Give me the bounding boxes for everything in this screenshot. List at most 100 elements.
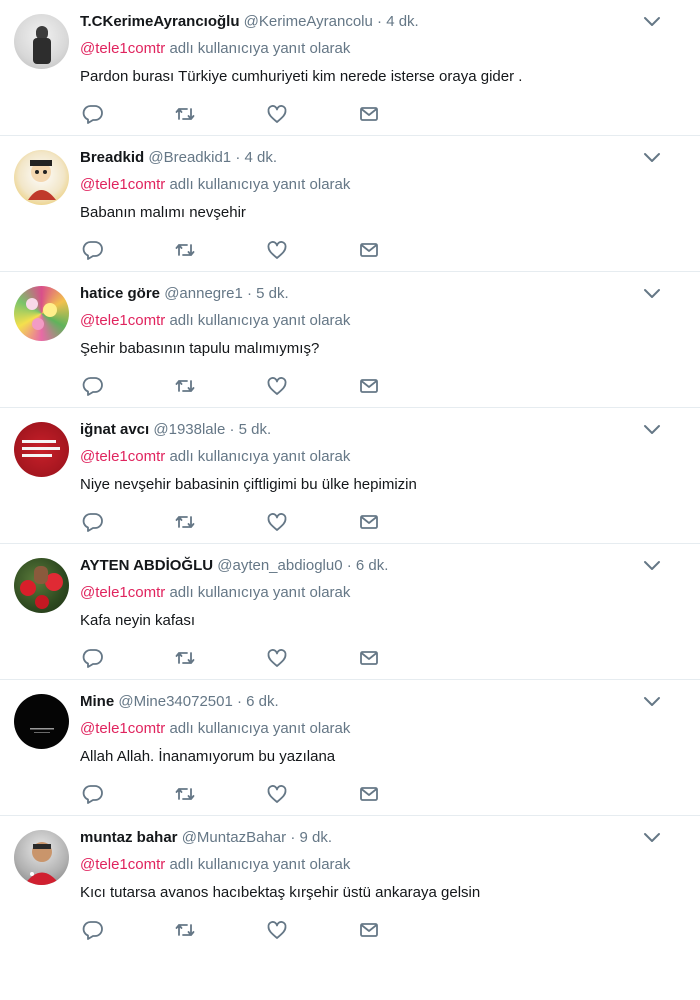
separator-dot: ·: [235, 149, 241, 166]
mention-link[interactable]: @tele1comtr: [80, 312, 165, 329]
timestamp[interactable]: 5 dk.: [256, 285, 289, 302]
user-handle[interactable]: @Breadkid1: [148, 149, 231, 166]
like-icon[interactable]: [266, 783, 288, 805]
reply-context-text: adlı kullanıcıya yanıt olarak: [169, 720, 351, 737]
timestamp[interactable]: 4 dk.: [386, 13, 419, 30]
reply-icon[interactable]: [82, 375, 104, 397]
tweet[interactable]: muntaz bahar @MuntazBahar · 9 dk. @tele1…: [0, 816, 700, 952]
reply-icon[interactable]: [82, 103, 104, 125]
display-name[interactable]: T.CKerimeAyrancıoğlu: [80, 13, 240, 30]
avatar[interactable]: [14, 558, 69, 613]
user-handle[interactable]: @ayten_abdioglu0: [217, 557, 342, 574]
direct-message-icon[interactable]: [358, 103, 380, 125]
avatar[interactable]: [14, 694, 69, 749]
tweet-actions: [82, 783, 402, 805]
timestamp[interactable]: 6 dk.: [246, 693, 279, 710]
display-name[interactable]: Breadkid: [80, 149, 144, 166]
avatar[interactable]: [14, 422, 69, 477]
tweet-text: Pardon burası Türkiye cumhuriyeti kim ne…: [80, 68, 523, 85]
tweet[interactable]: Mine @Mine34072501 · 6 dk. @tele1comtr a…: [0, 680, 700, 816]
tweet[interactable]: AYTEN ABDİOĞLU @ayten_abdioglu0 · 6 dk. …: [0, 544, 700, 680]
display-name[interactable]: muntaz bahar: [80, 829, 178, 846]
user-handle[interactable]: @annegre1: [164, 285, 243, 302]
reply-icon[interactable]: [82, 239, 104, 261]
tweet[interactable]: hatice göre @annegre1 · 5 dk. @tele1comt…: [0, 272, 700, 408]
avatar[interactable]: [14, 830, 69, 885]
direct-message-icon[interactable]: [358, 919, 380, 941]
mention-link[interactable]: @tele1comtr: [80, 720, 165, 737]
timestamp[interactable]: 4 dk.: [245, 149, 278, 166]
chevron-down-icon[interactable]: [642, 286, 662, 302]
tweet[interactable]: T.CKerimeAyrancıoğlu @KerimeAyrancolu · …: [0, 0, 700, 136]
chevron-down-icon[interactable]: [642, 694, 662, 710]
user-handle[interactable]: @MuntazBahar: [182, 829, 286, 846]
direct-message-icon[interactable]: [358, 239, 380, 261]
separator-dot: ·: [237, 693, 242, 710]
avatar[interactable]: [14, 150, 69, 205]
direct-message-icon[interactable]: [358, 511, 380, 533]
retweet-icon[interactable]: [174, 375, 196, 397]
tweet-header: Breadkid @Breadkid1 · 4 dk.: [80, 148, 277, 168]
user-handle[interactable]: @Mine34072501: [118, 693, 232, 710]
retweet-icon[interactable]: [174, 239, 196, 261]
reply-icon[interactable]: [82, 919, 104, 941]
direct-message-icon[interactable]: [358, 647, 380, 669]
timestamp[interactable]: 9 dk.: [299, 829, 332, 846]
chevron-down-icon[interactable]: [642, 150, 662, 166]
display-name[interactable]: Mine: [80, 693, 114, 710]
retweet-icon[interactable]: [174, 647, 196, 669]
chevron-down-icon[interactable]: [642, 558, 662, 574]
mention-link[interactable]: @tele1comtr: [80, 40, 165, 57]
reply-context-text: adlı kullanıcıya yanıt olarak: [169, 40, 351, 57]
retweet-icon[interactable]: [174, 919, 196, 941]
display-name[interactable]: iğnat avcı: [80, 421, 149, 438]
avatar[interactable]: [14, 14, 69, 69]
tweet-text: Niye nevşehir babasinin çiftligimi bu ül…: [80, 476, 417, 493]
tweet[interactable]: iğnat avcı @1938lale · 5 dk. @tele1comtr…: [0, 408, 700, 544]
tweet-actions: [82, 103, 402, 125]
timestamp[interactable]: 5 dk.: [239, 421, 272, 438]
timestamp[interactable]: 6 dk.: [356, 557, 389, 574]
like-icon[interactable]: [266, 647, 288, 669]
avatar[interactable]: [14, 286, 69, 341]
mention-link[interactable]: @tele1comtr: [80, 176, 165, 193]
reply-context: @tele1comtr adlı kullanıcıya yanıt olara…: [80, 311, 350, 331]
reply-context: @tele1comtr adlı kullanıcıya yanıt olara…: [80, 719, 350, 739]
tweet[interactable]: Breadkid @Breadkid1 · 4 dk. @tele1comtr …: [0, 136, 700, 272]
reply-context-text: adlı kullanıcıya yanıt olarak: [169, 176, 351, 193]
reply-context-text: adlı kullanıcıya yanıt olarak: [169, 584, 351, 601]
like-icon[interactable]: [266, 511, 288, 533]
reply-icon[interactable]: [82, 783, 104, 805]
tweet-header: iğnat avcı @1938lale · 5 dk.: [80, 420, 271, 440]
chevron-down-icon[interactable]: [642, 422, 662, 438]
tweet-text: Şehir babasının tapulu malımıymış?: [80, 340, 320, 357]
reply-context: @tele1comtr adlı kullanıcıya yanıt olara…: [80, 39, 350, 59]
like-icon[interactable]: [266, 239, 288, 261]
reply-icon[interactable]: [82, 511, 104, 533]
reply-icon[interactable]: [82, 647, 104, 669]
direct-message-icon[interactable]: [358, 783, 380, 805]
tweet-header: hatice göre @annegre1 · 5 dk.: [80, 284, 289, 304]
tweet-actions: [82, 919, 402, 941]
display-name[interactable]: AYTEN ABDİOĞLU: [80, 557, 213, 574]
like-icon[interactable]: [266, 919, 288, 941]
tweet-actions: [82, 239, 402, 261]
chevron-down-icon[interactable]: [642, 830, 662, 846]
tweet-header: muntaz bahar @MuntazBahar · 9 dk.: [80, 828, 332, 848]
like-icon[interactable]: [266, 103, 288, 125]
tweet-header: Mine @Mine34072501 · 6 dk.: [80, 692, 279, 712]
direct-message-icon[interactable]: [358, 375, 380, 397]
mention-link[interactable]: @tele1comtr: [80, 856, 165, 873]
user-handle[interactable]: @1938lale: [153, 421, 225, 438]
retweet-icon[interactable]: [174, 783, 196, 805]
chevron-down-icon[interactable]: [642, 14, 662, 30]
retweet-icon[interactable]: [174, 103, 196, 125]
display-name[interactable]: hatice göre: [80, 285, 160, 302]
mention-link[interactable]: @tele1comtr: [80, 448, 165, 465]
reply-context: @tele1comtr adlı kullanıcıya yanıt olara…: [80, 855, 350, 875]
mention-link[interactable]: @tele1comtr: [80, 584, 165, 601]
retweet-icon[interactable]: [174, 511, 196, 533]
tweet-text: Kıcı tutarsa avanos hacıbektaş kırşehir …: [80, 884, 481, 901]
like-icon[interactable]: [266, 375, 288, 397]
user-handle[interactable]: @KerimeAyrancolu: [244, 13, 373, 30]
